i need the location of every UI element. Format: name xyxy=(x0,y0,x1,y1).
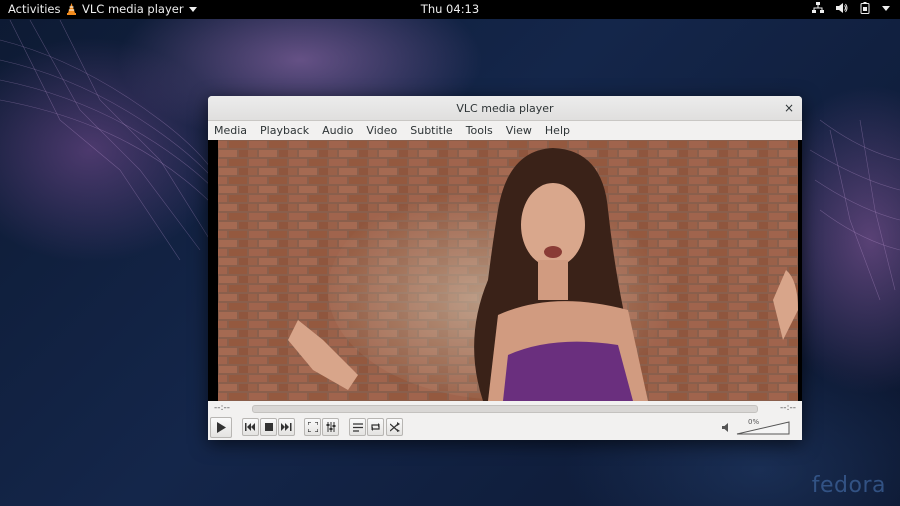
volume-slider[interactable] xyxy=(736,421,790,435)
shuffle-icon xyxy=(389,422,400,432)
network-icon xyxy=(812,2,824,13)
menu-video[interactable]: Video xyxy=(360,124,404,137)
playlist-icon xyxy=(352,422,363,432)
window-titlebar[interactable]: VLC media player × xyxy=(208,96,802,121)
video-display[interactable] xyxy=(208,140,802,401)
system-tray[interactable] xyxy=(812,2,890,14)
extended-settings-button[interactable] xyxy=(322,418,339,436)
top-bar: Activities VLC media player Thu 04:13 xyxy=(0,0,900,19)
menu-playback[interactable]: Playback xyxy=(254,124,316,137)
total-time: --:-- xyxy=(779,403,796,413)
video-frame xyxy=(208,140,802,401)
system-menu-arrow-icon xyxy=(882,5,890,11)
volume-icon xyxy=(836,3,848,13)
clock[interactable]: Thu 04:13 xyxy=(0,2,900,16)
battery-icon xyxy=(860,2,870,14)
menu-bar: Media Playback Audio Video Subtitle Tool… xyxy=(208,121,802,141)
menu-view[interactable]: View xyxy=(500,124,539,137)
fullscreen-icon xyxy=(307,422,318,432)
menu-media[interactable]: Media xyxy=(208,124,254,137)
menu-tools[interactable]: Tools xyxy=(460,124,500,137)
next-icon xyxy=(281,423,292,431)
vlc-window: VLC media player × Media Playback Audio … xyxy=(208,96,802,440)
seek-row: --:-- --:-- xyxy=(208,402,802,416)
shuffle-button[interactable] xyxy=(386,418,403,436)
extended-settings-icon xyxy=(326,422,335,432)
stop-button[interactable] xyxy=(260,418,277,436)
next-button[interactable] xyxy=(278,418,295,436)
close-icon[interactable]: × xyxy=(784,101,794,115)
stop-icon xyxy=(264,423,273,431)
previous-icon xyxy=(245,423,255,431)
window-title: VLC media player xyxy=(456,102,554,115)
menu-help[interactable]: Help xyxy=(539,124,577,137)
loop-icon xyxy=(371,423,380,431)
menu-audio[interactable]: Audio xyxy=(316,124,360,137)
loop-button[interactable] xyxy=(367,418,384,436)
fullscreen-button[interactable] xyxy=(304,418,321,436)
fedora-watermark: fedora xyxy=(811,473,886,498)
menu-subtitle[interactable]: Subtitle xyxy=(404,124,459,137)
seek-slider[interactable] xyxy=(252,405,758,413)
previous-button[interactable] xyxy=(242,418,259,436)
playlist-button[interactable] xyxy=(349,418,366,436)
elapsed-time: --:-- xyxy=(214,403,231,413)
play-button[interactable] xyxy=(210,417,232,438)
play-icon xyxy=(217,422,226,433)
playback-controls: 0% xyxy=(208,417,802,440)
mute-icon[interactable] xyxy=(722,423,731,432)
